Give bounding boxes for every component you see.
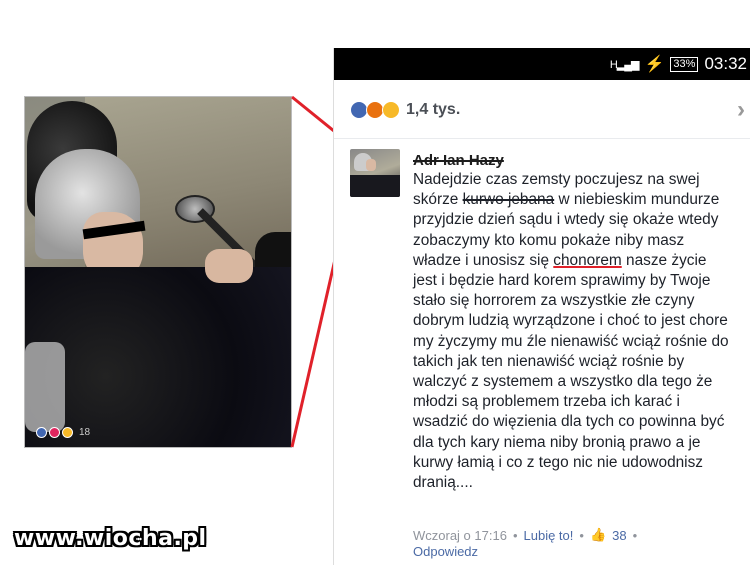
comment-text: Nadejdzie czas zemsty poczujesz na swej … bbox=[413, 170, 733, 493]
phone-screenshot: H▂▄▆ ⚡ 33% 03:32 1,4 tys. › Adr Ian Hazy… bbox=[333, 48, 750, 565]
comment-meta: Wczoraj o 17:16 • Lubię to! • 👍 38 • bbox=[413, 527, 637, 543]
haha-icon bbox=[62, 427, 73, 438]
watermark: www.wiocha.pl bbox=[14, 526, 207, 551]
comment-text-part: nasze życie jest i będzie hard korem spr… bbox=[413, 251, 729, 492]
signal-icon: H▂▄▆ bbox=[609, 58, 640, 71]
reply-button[interactable]: Odpowiedz bbox=[413, 544, 478, 559]
reaction-summary[interactable]: 1,4 tys. › bbox=[350, 98, 745, 122]
love-icon bbox=[49, 427, 60, 438]
status-bar: H▂▄▆ ⚡ 33% 03:32 bbox=[334, 48, 750, 80]
chevron-right-icon[interactable]: › bbox=[737, 98, 745, 122]
battery-indicator: 33% bbox=[670, 56, 699, 72]
thumbs-up-icon[interactable]: 👍 bbox=[590, 527, 606, 543]
divider bbox=[334, 138, 750, 139]
like-icon bbox=[36, 427, 47, 438]
comment-text-underlined: chonorem bbox=[553, 251, 622, 269]
comment-author[interactable]: Adr Ian Hazy bbox=[413, 152, 504, 169]
reaction-count: 1,4 tys. bbox=[406, 101, 461, 118]
avatar-body bbox=[350, 175, 400, 197]
avatar-face bbox=[366, 159, 376, 171]
avatar[interactable] bbox=[350, 149, 400, 197]
clock: 03:32 bbox=[704, 54, 747, 73]
charging-icon: ⚡ bbox=[644, 56, 665, 73]
like-button[interactable]: Lubię to! bbox=[524, 528, 574, 543]
comment-timestamp[interactable]: Wczoraj o 17:16 bbox=[413, 528, 507, 543]
comment-text-strike: kurwo jebana bbox=[462, 191, 555, 209]
photo-reaction-count: 18 bbox=[79, 427, 91, 438]
hand bbox=[205, 249, 253, 283]
fur-collar bbox=[25, 342, 65, 432]
separator-dot: • bbox=[579, 527, 584, 543]
like-count[interactable]: 38 bbox=[612, 528, 626, 543]
jacket bbox=[25, 267, 291, 447]
photo-panel: 18 bbox=[24, 96, 292, 448]
separator-dot: • bbox=[632, 527, 638, 543]
sad-icon bbox=[382, 101, 400, 119]
photo-reactions[interactable]: 18 bbox=[36, 427, 90, 438]
separator-dot: • bbox=[512, 527, 518, 543]
